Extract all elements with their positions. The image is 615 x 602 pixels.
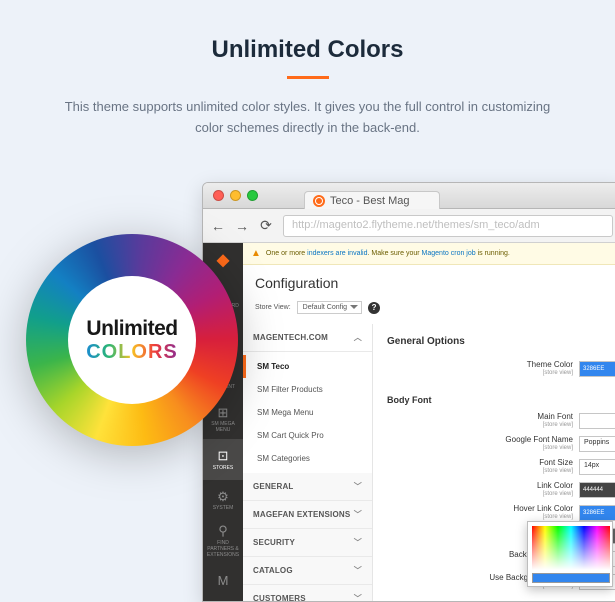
color-wheel-badge: Unlimited COLORS	[26, 234, 238, 446]
accent-divider	[287, 76, 329, 79]
chevron-down-icon: ﹀	[354, 537, 362, 548]
link-color-swatch[interactable]: 444444	[579, 482, 615, 498]
chevron-up-icon: ︿	[354, 332, 362, 343]
traffic-lights[interactable]	[213, 190, 258, 201]
store-view-select[interactable]: Default Config	[297, 301, 362, 314]
field-main-font: Main Font[store view]	[387, 413, 615, 429]
google-font-input[interactable]: Poppins	[579, 436, 615, 452]
field-link-color: Link Color[store view] 444444	[387, 482, 615, 498]
alert-link-indexers[interactable]: indexers are invalid	[307, 250, 367, 257]
browser-tab[interactable]: Teco - Best Mag	[304, 191, 440, 209]
sub-item-categories[interactable]: SM Categories	[243, 447, 372, 470]
field-label: Main Font[store view]	[537, 413, 573, 428]
sub-item-filter[interactable]: SM Filter Products	[243, 378, 372, 401]
browser-titlebar: Teco - Best Mag	[203, 183, 615, 209]
sidebar-label: STORES	[213, 465, 233, 471]
hero-subtitle: This theme supports unlimited color styl…	[0, 97, 615, 157]
alert-link-cron[interactable]: Magento cron job	[422, 250, 476, 257]
menu-section-label: GENERAL	[253, 482, 294, 491]
chevron-down-icon: ﹀	[354, 509, 362, 520]
chevron-down-icon: ﹀	[354, 481, 362, 492]
field-font-size: Font Size[store view] 14px	[387, 459, 615, 475]
search-icon: ⚲	[218, 523, 228, 539]
menu-section-general[interactable]: GENERAL ﹀	[243, 473, 372, 501]
url-input[interactable]: http://magento2.flytheme.net/themes/sm_t…	[283, 215, 613, 237]
browser-window: Teco - Best Mag ← → ⟳ http://magento2.fl…	[202, 182, 615, 602]
m-icon: M	[218, 573, 229, 589]
system-alert: ▲ One or more indexers are invalid. Make…	[243, 243, 615, 265]
sub-item-cart[interactable]: SM Cart Quick Pro	[243, 424, 372, 447]
sidebar-label: SYSTEM	[213, 505, 234, 511]
color-preview	[532, 573, 610, 583]
sidebar-item-partners[interactable]: ⚲FIND PARTNERS & EXTENSIONS	[203, 520, 243, 560]
color-picker-popup[interactable]	[527, 521, 613, 587]
tab-title: Teco - Best Mag	[330, 195, 409, 207]
wheel-line1: Unlimited	[86, 317, 178, 341]
menu-section-magentech[interactable]: MAGENTECH.COM ︿	[243, 324, 372, 352]
menu-section-label: CUSTOMERS	[253, 594, 306, 602]
panel-heading: General Options	[387, 336, 615, 347]
sidebar-label: FIND PARTNERS & EXTENSIONS	[205, 540, 241, 558]
menu-section-label: SECURITY	[253, 538, 295, 547]
forward-button[interactable]: →	[235, 219, 249, 233]
sidebar-item-system[interactable]: ⚙SYSTEM	[203, 480, 243, 520]
sub-item-sm-teco[interactable]: SM Teco	[243, 355, 372, 378]
theme-color-swatch[interactable]: 3286EE	[579, 361, 615, 377]
config-menu: MAGENTECH.COM ︿ SM Teco SM Filter Produc…	[243, 324, 373, 601]
chevron-down-icon: ﹀	[354, 565, 362, 576]
alert-text: One or more indexers are invalid. Make s…	[266, 250, 510, 257]
hover-link-swatch[interactable]: 3286EE	[579, 505, 615, 521]
store-view-row: Store View: Default Config ?	[243, 297, 615, 324]
warning-icon: ▲	[251, 248, 261, 259]
browser-toolbar: ← → ⟳ http://magento2.flytheme.net/theme…	[203, 209, 615, 243]
menu-section-customers[interactable]: CUSTOMERS ﹀	[243, 585, 372, 602]
chevron-down-icon: ﹀	[354, 593, 362, 602]
sidebar-item-magento[interactable]: M	[203, 561, 243, 601]
wheel-line2: COLORS	[86, 341, 178, 364]
menu-section-label: MAGENTECH.COM	[253, 333, 328, 342]
menu-section-catalog[interactable]: CATALOG ﹀	[243, 557, 372, 585]
stores-icon: ⊡	[218, 448, 229, 464]
store-view-label: Store View:	[255, 304, 291, 311]
field-hover-link-color: Hover Link Color[store view] 3286EE	[387, 505, 615, 521]
field-label: Hover Link Color[store view]	[513, 505, 573, 520]
field-label: Font Size[store view]	[539, 459, 573, 474]
main-font-select[interactable]	[579, 413, 615, 429]
menu-subitems: SM Teco SM Filter Products SM Mega Menu …	[243, 352, 372, 473]
wheel-text: Unlimited COLORS	[86, 317, 178, 364]
sub-item-megamenu[interactable]: SM Mega Menu	[243, 401, 372, 424]
page-title: Configuration	[243, 265, 615, 297]
help-icon[interactable]: ?	[368, 302, 380, 314]
reload-button[interactable]: ⟳	[259, 219, 273, 233]
gear-icon: ⚙	[217, 489, 229, 505]
field-theme-color: Theme Color[store view] 3286EE	[387, 361, 615, 377]
back-button[interactable]: ←	[211, 219, 225, 233]
field-label: Theme Color[store view]	[527, 361, 573, 376]
zoom-icon[interactable]	[247, 190, 258, 201]
menu-section-security[interactable]: SECURITY ﹀	[243, 529, 372, 557]
menu-section-label: MAGEFAN EXTENSIONS	[253, 510, 350, 519]
color-gradient[interactable]	[532, 526, 610, 570]
field-label: Link Color[store view]	[537, 482, 573, 497]
body-font-heading: Body Font	[387, 395, 615, 405]
favicon-icon	[313, 195, 325, 207]
menu-section-label: CATALOG	[253, 566, 293, 575]
menu-section-magefan[interactable]: MAGEFAN EXTENSIONS ﹀	[243, 501, 372, 529]
close-icon[interactable]	[213, 190, 224, 201]
hero-title: Unlimited Colors	[0, 0, 615, 64]
field-label: Google Font Name[store view]	[505, 436, 573, 451]
field-google-font: Google Font Name[store view] Poppins	[387, 436, 615, 452]
minimize-icon[interactable]	[230, 190, 241, 201]
font-size-input[interactable]: 14px	[579, 459, 615, 475]
